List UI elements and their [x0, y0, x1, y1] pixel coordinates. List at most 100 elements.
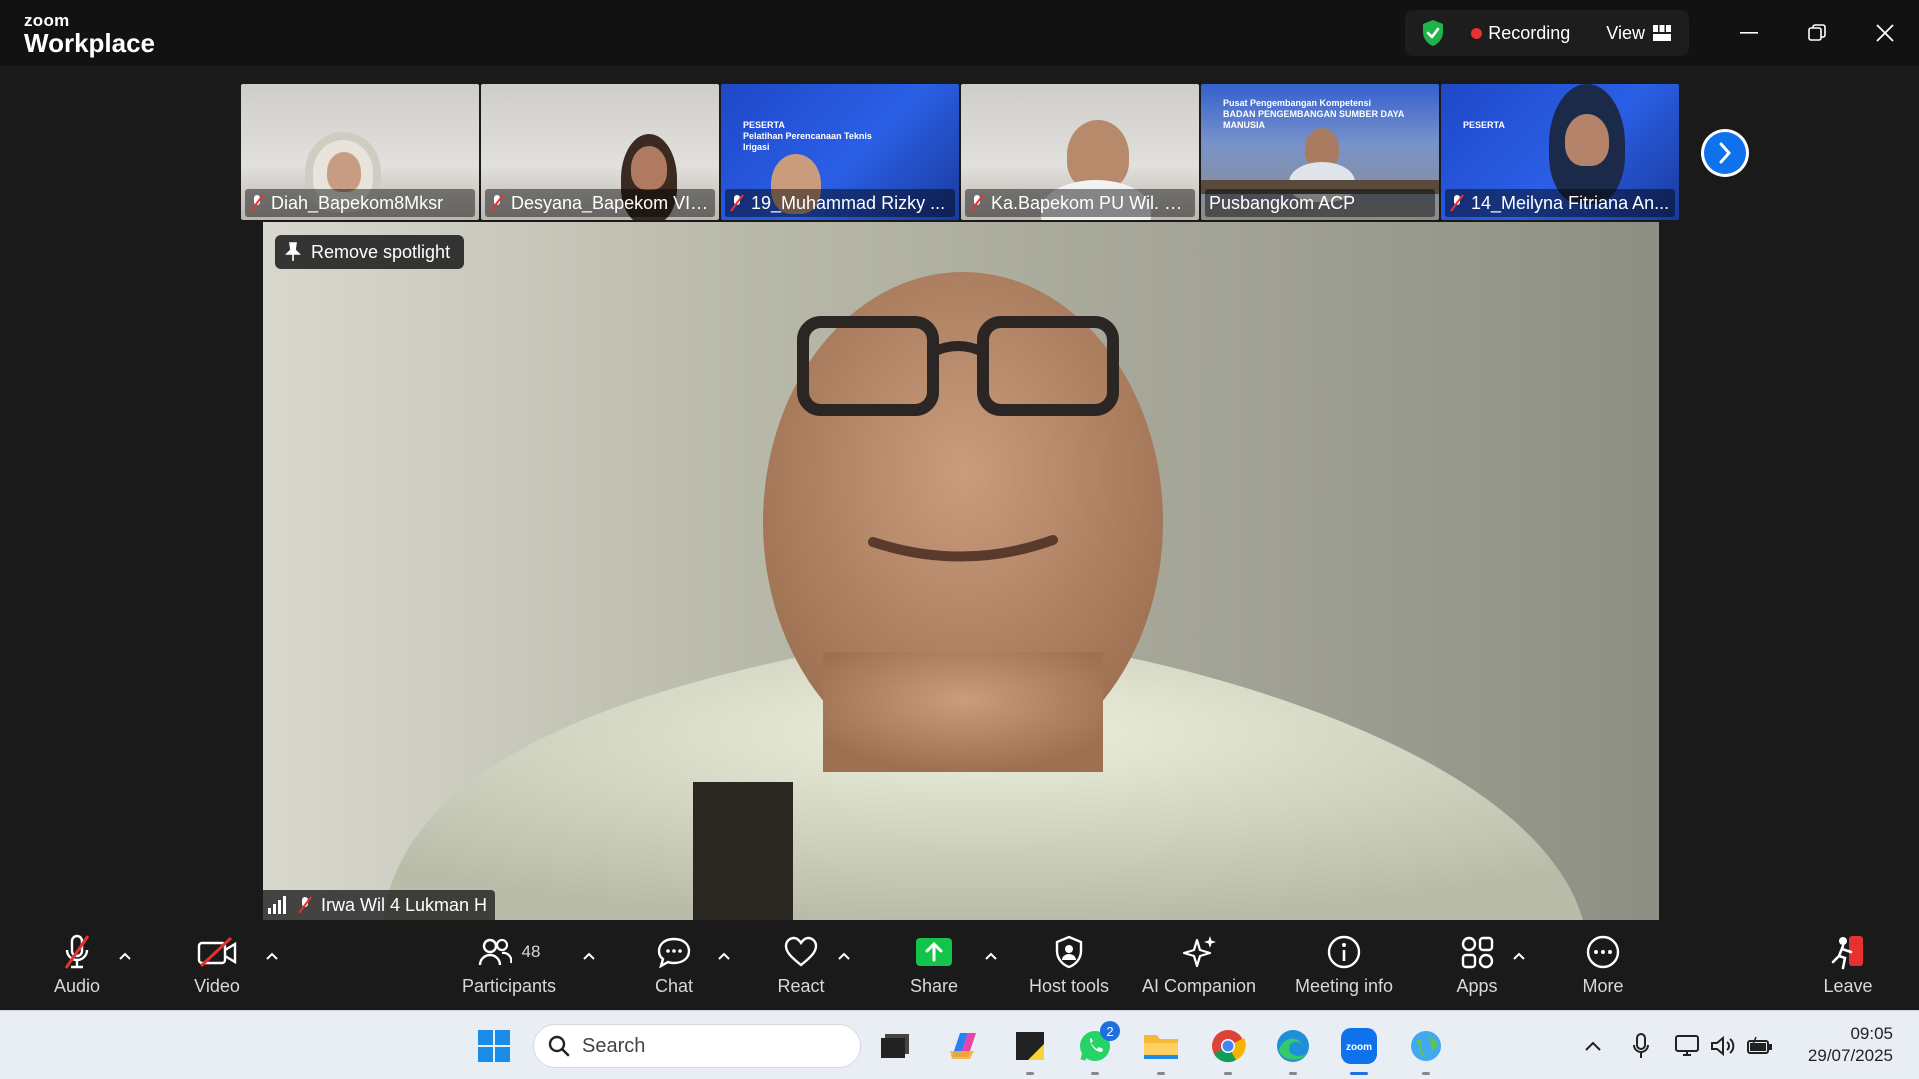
- heart-icon: [784, 936, 818, 967]
- sticky-notes-taskbar-button[interactable]: [1009, 1025, 1051, 1075]
- participant-thumbnail[interactable]: Desyana_Bapekom VIII...: [481, 84, 719, 220]
- spotlight-video[interactable]: Remove spotlight Irwa Wil 4 Lukman H: [263, 222, 1659, 920]
- leave-button[interactable]: Leave: [1783, 932, 1913, 997]
- participants-label: Participants: [461, 976, 557, 996]
- chevron-right-icon: [1719, 142, 1732, 164]
- weather-taskbar-button[interactable]: [1405, 1025, 1447, 1075]
- participant-thumbnail[interactable]: PESERTA Pelatihan Perencanaan Teknis Iri…: [721, 84, 959, 220]
- mic-muted-icon: [64, 934, 90, 969]
- share-label: Share: [909, 976, 959, 996]
- recording-dot-icon: [1471, 27, 1483, 39]
- minimize-button[interactable]: [1715, 0, 1783, 66]
- video-label: Video: [194, 976, 240, 996]
- participants-button[interactable]: 48 Participants: [444, 932, 574, 997]
- whatsapp-badge: 2: [1100, 1021, 1120, 1041]
- encryption-shield-icon[interactable]: [1421, 19, 1445, 47]
- show-hidden-icons-button[interactable]: [1578, 1031, 1608, 1061]
- more-button[interactable]: More: [1538, 932, 1668, 997]
- task-view-button[interactable]: [874, 1025, 916, 1067]
- share-button[interactable]: Share: [869, 932, 999, 997]
- participant-thumbnail[interactable]: Ka.Bapekom PU Wil. VI...: [961, 84, 1199, 220]
- file-explorer-taskbar-button[interactable]: [1140, 1025, 1182, 1075]
- share-options-caret-icon[interactable]: [983, 950, 999, 962]
- whatsapp-taskbar-button[interactable]: 2: [1074, 1021, 1120, 1075]
- speaker-name-tag: Irwa Wil 4 Lukman H: [263, 890, 496, 920]
- clock-date: 29/07/2025: [1807, 1046, 1893, 1065]
- remove-spotlight-button[interactable]: Remove spotlight: [275, 235, 465, 269]
- participants-options-caret-icon[interactable]: [581, 950, 597, 962]
- mic-muted-icon: [730, 194, 744, 212]
- battery-tray-button[interactable]: [1745, 1031, 1775, 1061]
- edge-taskbar-button[interactable]: [1272, 1025, 1314, 1075]
- taskbar-clock[interactable]: 09:05 29/07/2025: [1808, 1023, 1893, 1067]
- info-icon: [1327, 935, 1361, 969]
- banner-text: Pusat Pengembangan Kompetensi: [1223, 98, 1372, 108]
- react-options-caret-icon[interactable]: [836, 950, 852, 962]
- battery-charging-icon: [1747, 1036, 1772, 1054]
- search-icon: [548, 1035, 570, 1057]
- zoom-logo: zoom Workplace: [24, 12, 155, 56]
- participant-thumbnail[interactable]: Pusat Pengembangan Kompetensi BADAN PENG…: [1201, 84, 1439, 220]
- video-options-caret-icon[interactable]: [264, 950, 280, 962]
- svg-text:zoom: zoom: [1346, 1042, 1372, 1053]
- recording-view-group: Recording View: [1405, 10, 1689, 56]
- leave-icon: [1831, 936, 1863, 970]
- participant-thumbnail[interactable]: PESERTA 14_Meilyna Fitriana An...: [1441, 84, 1679, 220]
- clock-time: 09:05: [1850, 1024, 1893, 1043]
- network-tray-button[interactable]: [1672, 1031, 1702, 1061]
- chat-options-caret-icon[interactable]: [716, 950, 732, 962]
- chat-button[interactable]: Chat: [609, 932, 739, 997]
- meeting-info-button[interactable]: Meeting info: [1279, 932, 1409, 997]
- sticky-notes-icon: [1016, 1032, 1044, 1060]
- participants-count: 48: [521, 942, 541, 961]
- chrome-icon: [1212, 1030, 1246, 1063]
- signal-strength-icon: [268, 896, 286, 914]
- audio-options-caret-icon[interactable]: [117, 950, 133, 962]
- chevron-up-icon: [1585, 1041, 1601, 1051]
- host-tools-label: Host tools: [1028, 976, 1110, 996]
- close-button[interactable]: [1851, 0, 1919, 66]
- restore-button[interactable]: [1783, 0, 1851, 66]
- microphone-tray-button[interactable]: [1626, 1031, 1656, 1061]
- pin-icon: [285, 242, 301, 261]
- start-button[interactable]: [473, 1025, 515, 1067]
- apps-options-caret-icon[interactable]: [1511, 950, 1527, 962]
- banner-text: PESERTA: [743, 120, 785, 130]
- next-page-button[interactable]: [1701, 129, 1749, 177]
- zoom-taskbar-button[interactable]: zoom: [1338, 1025, 1380, 1075]
- apps-button[interactable]: Apps: [1412, 932, 1542, 997]
- zoom-app-icon: zoom: [1341, 1028, 1377, 1064]
- globe-icon: [1411, 1031, 1441, 1061]
- apps-label: Apps: [1456, 976, 1498, 996]
- host-tools-button[interactable]: Host tools: [1004, 932, 1134, 997]
- copilot-taskbar-button[interactable]: [943, 1025, 985, 1067]
- audio-button[interactable]: Audio: [12, 932, 142, 997]
- chrome-taskbar-button[interactable]: [1207, 1025, 1249, 1075]
- react-button[interactable]: React: [736, 932, 866, 997]
- video-button[interactable]: Video: [152, 932, 282, 997]
- participant-name: Ka.Bapekom PU Wil. VI...: [991, 192, 1191, 213]
- participant-name: Desyana_Bapekom VIII...: [511, 192, 711, 213]
- ai-companion-button[interactable]: AI Companion: [1134, 932, 1264, 997]
- mic-muted-icon: [970, 194, 984, 212]
- view-button[interactable]: View: [1606, 23, 1645, 44]
- recording-label[interactable]: Recording: [1488, 23, 1570, 44]
- copilot-icon: [950, 1033, 976, 1059]
- participant-name: Pusbangkom ACP: [1209, 192, 1356, 213]
- mic-muted-icon: [250, 194, 264, 212]
- participant-name: Diah_Bapekom8Mksr: [271, 192, 444, 213]
- sparkle-icon: [1182, 936, 1216, 968]
- windows-taskbar: Search 2 zoom 09:05 29/07/2025: [0, 1010, 1919, 1079]
- title-bar: zoom Workplace Recording View: [0, 0, 1919, 66]
- remove-spotlight-label: Remove spotlight: [311, 241, 451, 262]
- mic-muted-icon: [298, 896, 312, 914]
- grid-view-icon[interactable]: [1653, 25, 1671, 41]
- volume-tray-button[interactable]: [1708, 1031, 1738, 1061]
- microphone-icon: [1633, 1033, 1649, 1058]
- apps-icon: [1461, 936, 1494, 969]
- meeting-info-label: Meeting info: [1294, 976, 1394, 996]
- speaker-video-feed: [263, 222, 1659, 920]
- taskbar-search-box[interactable]: Search: [533, 1024, 861, 1068]
- leave-label: Leave: [1823, 976, 1873, 996]
- participant-thumbnail[interactable]: Diah_Bapekom8Mksr: [241, 84, 479, 220]
